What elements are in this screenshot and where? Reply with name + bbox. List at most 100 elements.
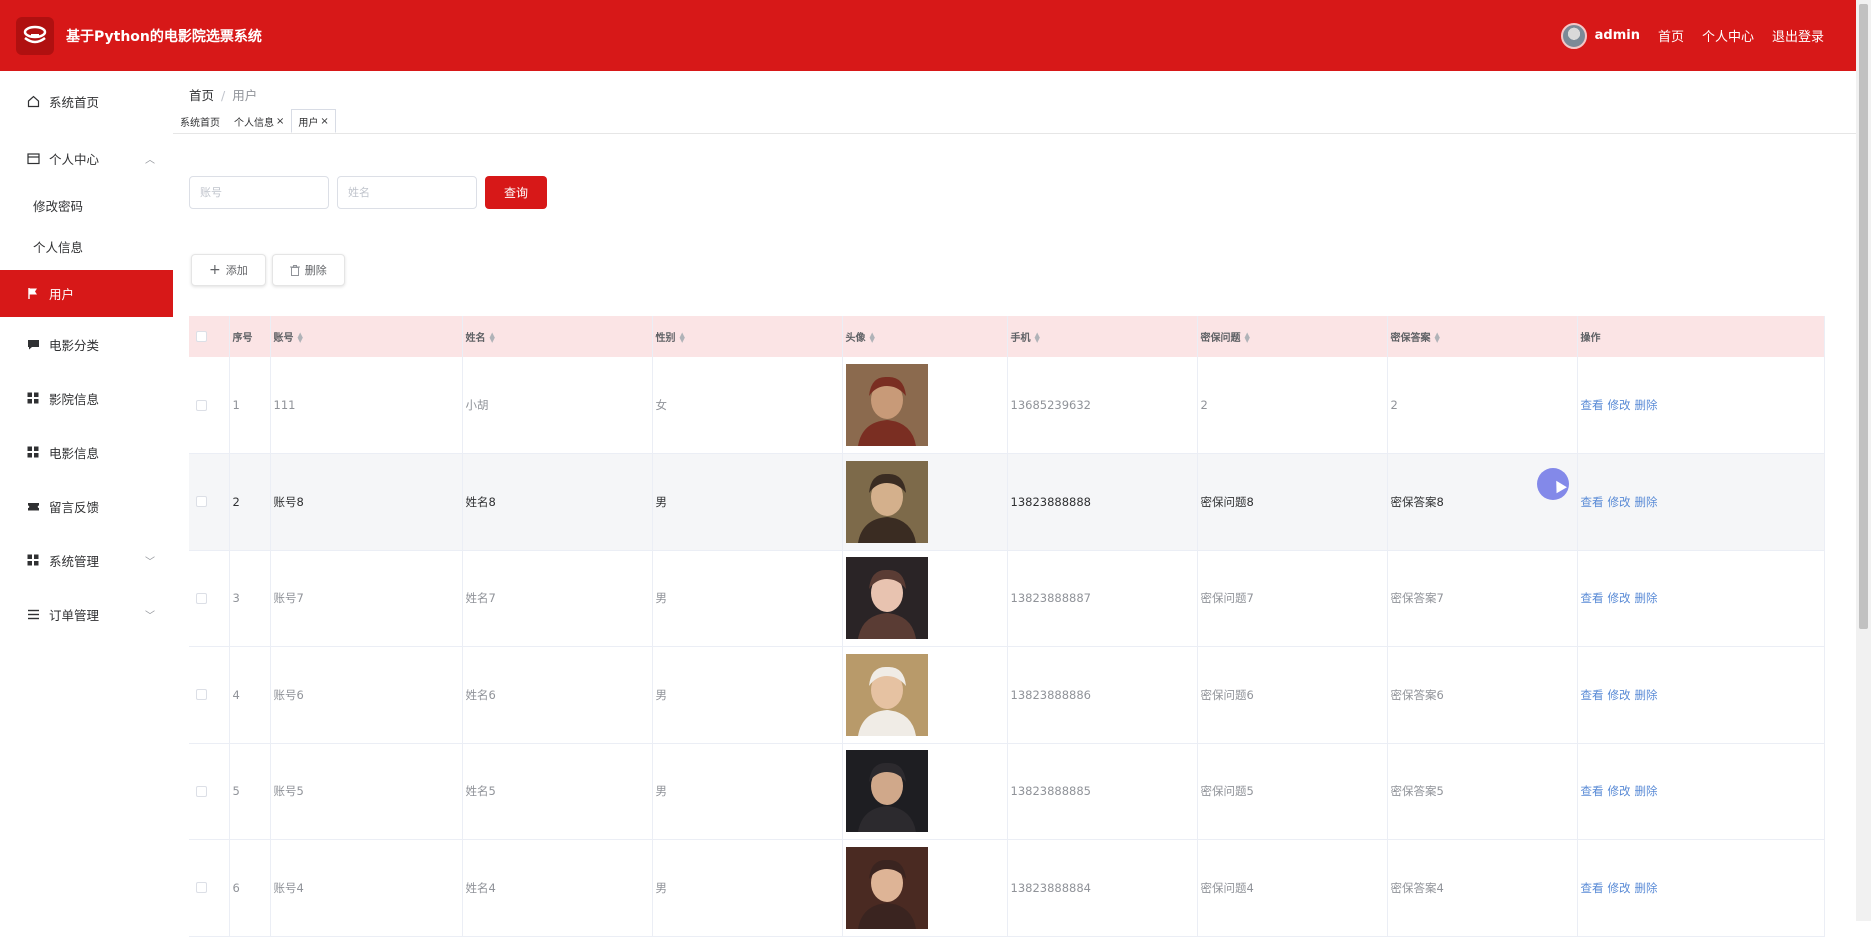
- sidebar-sub-change-password[interactable]: 修改密码: [0, 185, 173, 226]
- account-search-input[interactable]: [189, 176, 329, 209]
- view-link[interactable]: 查看: [1581, 591, 1604, 605]
- edit-link[interactable]: 修改: [1608, 881, 1631, 895]
- sidebar-item-movie-info[interactable]: 电影信息: [0, 425, 173, 479]
- tag-personal-info[interactable]: 个人信息 ×: [227, 109, 291, 133]
- column-header-sortable[interactable]: 性别 ▲ ▼: [652, 316, 843, 357]
- cell-avatar: [842, 357, 1008, 454]
- row-checkbox-cell[interactable]: [189, 646, 230, 744]
- breadcrumb: 首页 / 用户: [189, 85, 257, 104]
- sort-caret-icon[interactable]: ▲ ▼: [1435, 332, 1440, 344]
- row-checkbox[interactable]: [196, 785, 207, 797]
- column-header-sortable[interactable]: 密保问题 ▲ ▼: [1197, 316, 1388, 357]
- edit-link[interactable]: 修改: [1608, 784, 1631, 798]
- table-row: 6 账号4 姓名4 男 13823888884 密保问题4 密保答案4 查看 修改 删除: [189, 839, 1825, 937]
- nav-profile-link[interactable]: 个人中心: [1702, 26, 1754, 45]
- sidebar-item-home[interactable]: 系统首页: [0, 71, 173, 131]
- sort-caret-icon[interactable]: ▲ ▼: [870, 332, 875, 344]
- select-all-cell[interactable]: [189, 316, 230, 357]
- delete-link[interactable]: 删除: [1635, 784, 1658, 798]
- user-avatar[interactable]: [1560, 22, 1587, 49]
- delete-link[interactable]: 删除: [1635, 495, 1658, 509]
- row-checkbox[interactable]: [196, 689, 207, 701]
- column-header-sortable[interactable]: 头像 ▲ ▼: [842, 316, 1008, 357]
- view-link[interactable]: 查看: [1581, 398, 1604, 412]
- row-checkbox-cell[interactable]: [189, 357, 230, 454]
- avatar-photo[interactable]: [845, 364, 928, 446]
- chevron-down-icon: ﹀: [145, 556, 155, 568]
- row-checkbox-cell[interactable]: [189, 743, 230, 840]
- sort-caret-icon[interactable]: ▲ ▼: [1245, 332, 1250, 344]
- cell-operations: 查看 修改 删除: [1577, 550, 1825, 647]
- view-link[interactable]: 查看: [1581, 495, 1604, 509]
- sort-caret-icon[interactable]: ▲ ▼: [490, 332, 495, 344]
- cell-name: 姓名5: [462, 743, 653, 840]
- avatar-photo[interactable]: [845, 750, 928, 833]
- logout-link[interactable]: 退出登录: [1772, 26, 1824, 45]
- column-header-sortable[interactable]: 姓名 ▲ ▼: [462, 316, 653, 357]
- sidebar-item-personal-center[interactable]: 个人中心 ︿: [0, 131, 173, 185]
- view-link[interactable]: 查看: [1581, 881, 1604, 895]
- cell-question: 密保问题4: [1197, 839, 1388, 937]
- close-icon[interactable]: ×: [276, 116, 284, 127]
- delete-button[interactable]: 删除: [271, 254, 345, 286]
- sort-caret-icon[interactable]: ▲ ▼: [298, 332, 303, 344]
- row-checkbox[interactable]: [196, 496, 207, 508]
- edit-link[interactable]: 修改: [1608, 495, 1631, 509]
- breadcrumb-home[interactable]: 首页: [189, 88, 214, 103]
- tag-users[interactable]: 用户 ×: [291, 109, 336, 133]
- page-scrollbar[interactable]: [1856, 0, 1871, 921]
- row-checkbox[interactable]: [196, 882, 207, 894]
- cell-account: 111: [270, 357, 463, 454]
- sidebar-item-cinema-info[interactable]: 影院信息: [0, 371, 173, 425]
- query-button[interactable]: 查询: [485, 176, 547, 209]
- close-icon[interactable]: ×: [320, 116, 328, 127]
- sidebar-item-movie-category[interactable]: 电影分类: [0, 317, 173, 371]
- name-search-input[interactable]: [337, 176, 477, 209]
- view-link[interactable]: 查看: [1581, 784, 1604, 798]
- logo-icon: [23, 25, 47, 43]
- add-button[interactable]: + 添加: [191, 254, 266, 286]
- nav-home-link[interactable]: 首页: [1658, 26, 1684, 45]
- edit-link[interactable]: 修改: [1608, 591, 1631, 605]
- view-link[interactable]: 查看: [1581, 688, 1604, 702]
- cell-index: 4: [229, 646, 271, 744]
- cell-phone: 13823888886: [1007, 646, 1198, 744]
- column-header-sortable[interactable]: 账号 ▲ ▼: [270, 316, 463, 357]
- row-checkbox-cell[interactable]: [189, 839, 230, 937]
- sidebar-item-feedback[interactable]: 留言反馈: [0, 479, 173, 533]
- sort-caret-icon[interactable]: ▲ ▼: [680, 332, 685, 344]
- delete-link[interactable]: 删除: [1635, 398, 1658, 412]
- row-checkbox-cell[interactable]: [189, 453, 230, 551]
- row-checkbox-cell[interactable]: [189, 550, 230, 647]
- avatar-photo[interactable]: [845, 557, 928, 640]
- delete-link[interactable]: 删除: [1635, 688, 1658, 702]
- select-all-checkbox[interactable]: [196, 331, 207, 342]
- cell-name: 姓名7: [462, 550, 653, 647]
- row-checkbox[interactable]: [196, 399, 207, 411]
- sidebar-item-system-management[interactable]: 系统管理 ﹀: [0, 533, 173, 587]
- sidebar-sub-personal-info[interactable]: 个人信息: [0, 226, 173, 267]
- avatar-photo[interactable]: [845, 846, 928, 929]
- row-checkbox[interactable]: [196, 592, 207, 604]
- scrollbar-thumb[interactable]: [1859, 4, 1868, 629]
- delete-link[interactable]: 删除: [1635, 881, 1658, 895]
- avatar-photo[interactable]: [845, 653, 928, 736]
- edit-link[interactable]: 修改: [1608, 688, 1631, 702]
- sidebar-item-users[interactable]: 用户: [0, 270, 173, 317]
- action-toolbar: + 添加 删除: [191, 254, 345, 286]
- sidebar-item-label: 订单管理: [49, 607, 100, 623]
- cell-name: 小胡: [462, 357, 653, 454]
- grid-icon: [26, 445, 40, 459]
- cell-question: 密保问题6: [1197, 646, 1388, 744]
- delete-link[interactable]: 删除: [1635, 591, 1658, 605]
- cell-index: 1: [229, 357, 271, 454]
- sort-caret-icon[interactable]: ▲ ▼: [1035, 332, 1040, 344]
- column-header-sortable[interactable]: 密保答案 ▲ ▼: [1387, 316, 1578, 357]
- avatar-photo[interactable]: [845, 460, 928, 543]
- column-header-sortable[interactable]: 手机 ▲ ▼: [1007, 316, 1198, 357]
- tag-system-home[interactable]: 系统首页: [173, 109, 227, 133]
- sidebar-item-order-management[interactable]: 订单管理 ﹀: [0, 587, 173, 641]
- edit-link[interactable]: 修改: [1608, 398, 1631, 412]
- cell-index: 6: [229, 839, 271, 937]
- sidebar: 系统首页 个人中心 ︿ 修改密码 个人信息 用户 电影分类 影院信息 电影信息: [0, 71, 173, 921]
